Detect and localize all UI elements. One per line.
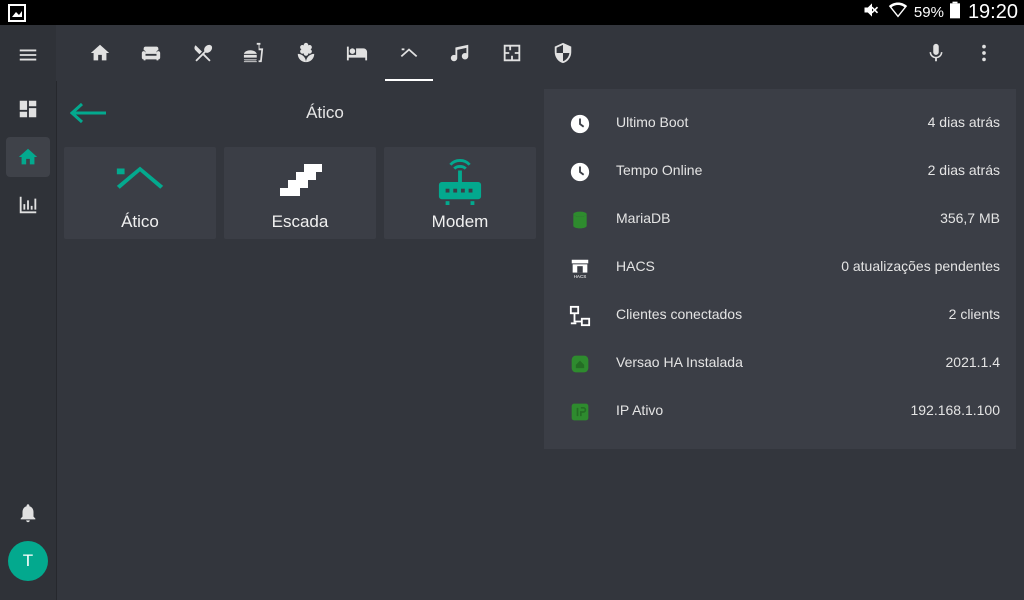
sofa-icon[interactable] xyxy=(127,25,175,81)
entity-row-tempo-online[interactable]: Tempo Online 2 dias atrás xyxy=(544,148,1016,196)
bed-icon[interactable] xyxy=(333,25,381,81)
user-avatar[interactable]: T xyxy=(8,541,48,581)
view-tabs-toolbar xyxy=(56,25,1024,81)
food-drink-icon[interactable] xyxy=(230,25,278,81)
lan-icon xyxy=(568,304,592,328)
entity-row-versao-ha[interactable]: Versao HA Instalada 2021.1.4 xyxy=(544,340,1016,388)
status-bar: 59% 19:20 xyxy=(0,0,1024,25)
row-value: 2021.1.4 xyxy=(945,354,1001,370)
hacs-icon: HACS xyxy=(568,256,592,280)
row-label: HACS xyxy=(616,258,655,274)
home-icon xyxy=(16,145,40,169)
tile-modem[interactable]: Modem xyxy=(384,147,536,239)
back-arrow-icon[interactable] xyxy=(69,101,108,125)
microphone-icon[interactable] xyxy=(924,41,948,65)
entity-row-clientes[interactable]: Clientes conectados 2 clients xyxy=(544,292,1016,340)
dashboard-icon[interactable] xyxy=(16,97,40,121)
entities-card: Ultimo Boot 4 dias atrás Tempo Online 2 … xyxy=(544,89,1016,449)
entity-row-ip-ativo[interactable]: IP Ativo 192.168.1.100 xyxy=(544,388,1016,436)
battery-percent: 59% xyxy=(913,4,944,21)
clock-icon xyxy=(568,112,592,136)
roof-icon[interactable] xyxy=(385,25,433,81)
main-content: Ático Ático Escada Modem Ultimo Boot 4 d… xyxy=(56,81,1024,600)
entity-row-mariadb[interactable]: MariaDB 356,7 MB xyxy=(544,196,1016,244)
battery-icon xyxy=(949,1,960,24)
svg-text:HACS: HACS xyxy=(574,274,587,279)
row-label: Tempo Online xyxy=(616,162,703,178)
sidebar: T xyxy=(0,25,57,600)
row-label: IP Ativo xyxy=(616,402,664,418)
row-label: Versao HA Instalada xyxy=(616,354,743,370)
clock-icon xyxy=(568,160,592,184)
row-value: 192.168.1.100 xyxy=(910,402,1000,418)
tile-label: Escada xyxy=(271,212,329,231)
silverware-icon[interactable] xyxy=(179,25,227,81)
ip-icon xyxy=(568,400,592,424)
database-icon xyxy=(568,208,592,232)
row-label: Ultimo Boot xyxy=(616,114,689,130)
wifi-icon xyxy=(888,0,908,25)
entity-row-hacs[interactable]: HACS HACS 0 atualizações pendentes xyxy=(544,244,1016,292)
bell-icon[interactable] xyxy=(16,501,40,525)
row-value: 356,7 MB xyxy=(940,210,1000,226)
entity-row-ultimo-boot[interactable]: Ultimo Boot 4 dias atrás xyxy=(544,100,1016,148)
tile-atico[interactable]: Ático xyxy=(64,147,216,239)
home-assistant-icon xyxy=(568,352,592,376)
row-value: 2 clients xyxy=(948,306,1000,322)
subview-title: Ático xyxy=(306,103,344,122)
clock-time: 19:20 xyxy=(967,1,1018,23)
row-value: 0 atualizações pendentes xyxy=(841,258,1000,274)
row-value: 2 dias atrás xyxy=(927,162,1000,178)
sidebar-item-home-active[interactable] xyxy=(6,137,50,177)
tile-label: Ático xyxy=(121,212,159,231)
row-label: MariaDB xyxy=(616,210,671,226)
tile-label: Modem xyxy=(431,212,489,231)
menu-icon[interactable] xyxy=(16,43,40,67)
more-vertical-icon[interactable] xyxy=(972,41,996,65)
row-value: 4 dias atrás xyxy=(927,114,1000,130)
home-icon[interactable] xyxy=(76,25,124,81)
floor-plan-icon[interactable] xyxy=(488,25,536,81)
music-icon[interactable] xyxy=(436,25,484,81)
mute-icon xyxy=(862,0,882,25)
row-label: Clientes conectados xyxy=(616,306,743,322)
flower-icon[interactable] xyxy=(282,25,330,81)
gallery-notification-icon xyxy=(8,4,26,22)
history-chart-icon[interactable] xyxy=(16,193,40,217)
stairs-icon xyxy=(224,155,376,209)
shield-icon[interactable] xyxy=(539,25,587,81)
router-wireless-icon xyxy=(384,155,536,209)
tile-escada[interactable]: Escada xyxy=(224,147,376,239)
roof-icon xyxy=(64,155,216,209)
